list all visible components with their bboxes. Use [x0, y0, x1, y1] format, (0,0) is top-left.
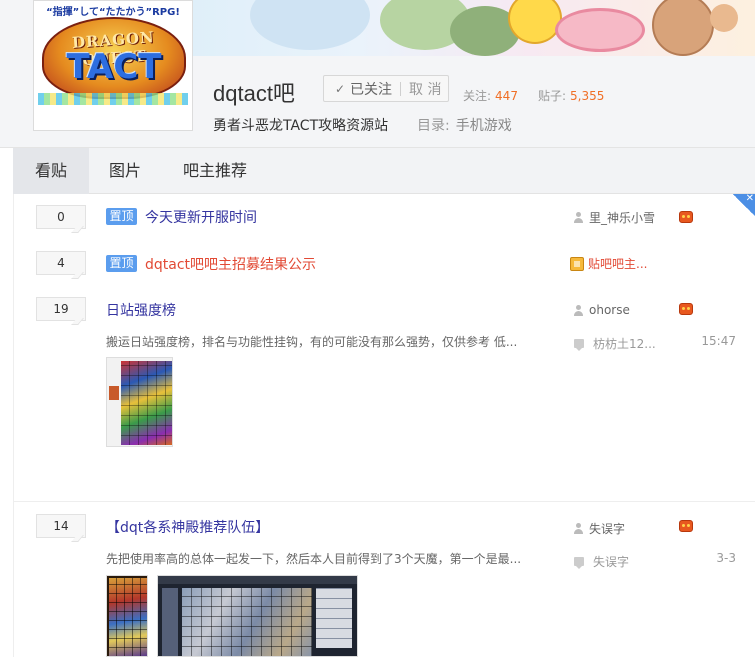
thumbnail-grid: [121, 361, 172, 445]
follow-button[interactable]: ✓ 已关注 取 消: [323, 75, 449, 102]
tab-images[interactable]: 图片: [89, 148, 161, 194]
user-icon: [574, 304, 583, 316]
thumbnail-grid: [182, 588, 312, 656]
thread-thumbnail[interactable]: [157, 575, 358, 657]
thumbnail-grid: [109, 578, 147, 656]
followed-label: 已关注: [350, 81, 392, 98]
reply-icon: [574, 557, 584, 569]
pinned-tag: 置顶: [106, 255, 137, 272]
user-icon: [574, 523, 583, 534]
last-reply-time: 15:47: [701, 334, 736, 348]
thread-title[interactable]: 今天更新开服时间: [145, 207, 257, 227]
thread-author[interactable]: 失误字: [574, 520, 625, 537]
followers-label: 关注:: [463, 89, 492, 103]
thread-thumbnail[interactable]: [106, 357, 173, 447]
game-badge-icon: [679, 303, 693, 315]
thumbnail-header: [158, 576, 357, 584]
author-name[interactable]: 失误字: [589, 520, 625, 537]
thread-thumbnail[interactable]: [106, 575, 148, 657]
last-reply-user[interactable]: 枋枋土12...: [593, 335, 656, 352]
reply-icon: [574, 339, 584, 351]
thread-list: ✕ 0 置顶 今天更新开服时间 里_神乐小雪 4 置顶 dqtact吧吧主招募结…: [13, 193, 755, 657]
banner-swim-ring: [555, 8, 645, 52]
logo-tagline: “指揮”して“たたかう”RPG!: [46, 7, 180, 18]
thread-title[interactable]: 日站强度榜: [106, 300, 176, 320]
logo-stripes: [38, 93, 188, 105]
forum-slogan: 勇者斗恶龙TACT攻略资源站: [213, 118, 389, 134]
thread-title[interactable]: dqtact吧吧主招募结果公示: [145, 254, 316, 274]
last-reply-user[interactable]: 失误字: [593, 553, 629, 570]
reply-count: 19: [36, 297, 86, 321]
check-icon: ✓: [334, 81, 346, 96]
reply-count: 4: [36, 251, 86, 275]
thread-author[interactable]: 里_神乐小雪: [574, 209, 655, 226]
posts-count: 5,355: [570, 89, 605, 103]
banner-cloud: [250, 0, 370, 50]
forum-stats: 关注: 447 贴子: 5,355: [463, 87, 624, 104]
close-icon[interactable]: ✕: [746, 193, 754, 204]
thread-title[interactable]: 【dqt各系神殿推荐队伍】: [106, 517, 269, 537]
logo-wordmark: TACT: [66, 47, 162, 87]
thumbnail-panel: [316, 588, 352, 648]
thread-author[interactable]: 贴吧吧主...: [570, 255, 647, 272]
thread-divider: [14, 501, 755, 502]
thread-abstract: 搬运日站强度榜，排名与功能性挂钩，有的可能没有那么强势，仅供参考 低...: [106, 335, 518, 349]
last-reply-time: 3-3: [716, 551, 736, 565]
unfollow-button[interactable]: 取 消: [409, 79, 441, 99]
thread-abstract: 先把使用率高的总体一起发一下，然后本人目前得到了3个天魔，第一个是最...: [106, 552, 522, 566]
forum-directory: 目录: 手机游戏: [417, 115, 512, 135]
forum-banner: “指揮”して“たたかう”RPG! DRAGON QUEST TACT dqtac…: [0, 0, 755, 148]
banner-duck: [508, 0, 562, 44]
followers-count: 447: [495, 89, 518, 103]
crown-icon: [570, 256, 584, 271]
tab-owner-picks[interactable]: 吧主推荐: [163, 148, 267, 194]
button-divider: [400, 81, 401, 96]
reply-count: 14: [36, 514, 86, 538]
posts-label: 贴子:: [537, 89, 566, 103]
tab-posts[interactable]: 看贴: [13, 148, 90, 194]
thumbnail-portrait: [109, 386, 119, 400]
last-reply[interactable]: 失误字: [574, 553, 629, 570]
pinned-tag: 置顶: [106, 208, 137, 225]
game-badge-icon: [679, 520, 693, 532]
author-name[interactable]: 里_神乐小雪: [589, 209, 655, 226]
user-icon: [574, 212, 583, 223]
banner-illustration: [190, 0, 755, 56]
forum-title[interactable]: dqtact吧: [213, 76, 295, 108]
thread-author[interactable]: ohorse: [574, 303, 630, 317]
directory-link[interactable]: 手机游戏: [456, 118, 512, 134]
last-reply[interactable]: 枋枋土12...: [574, 335, 656, 352]
reply-count: 0: [36, 205, 86, 229]
directory-label: 目录:: [417, 118, 450, 134]
author-name[interactable]: 贴吧吧主...: [588, 255, 647, 272]
forum-tabs: 看贴 图片 吧主推荐: [13, 148, 755, 194]
banner-bear-ear: [710, 4, 738, 32]
game-badge-icon: [679, 211, 693, 223]
banner-bear: [652, 0, 714, 56]
thumbnail-sidebar: [162, 588, 178, 656]
forum-logo[interactable]: “指揮”して“たたかう”RPG! DRAGON QUEST TACT: [33, 0, 193, 131]
author-name[interactable]: ohorse: [589, 303, 630, 317]
